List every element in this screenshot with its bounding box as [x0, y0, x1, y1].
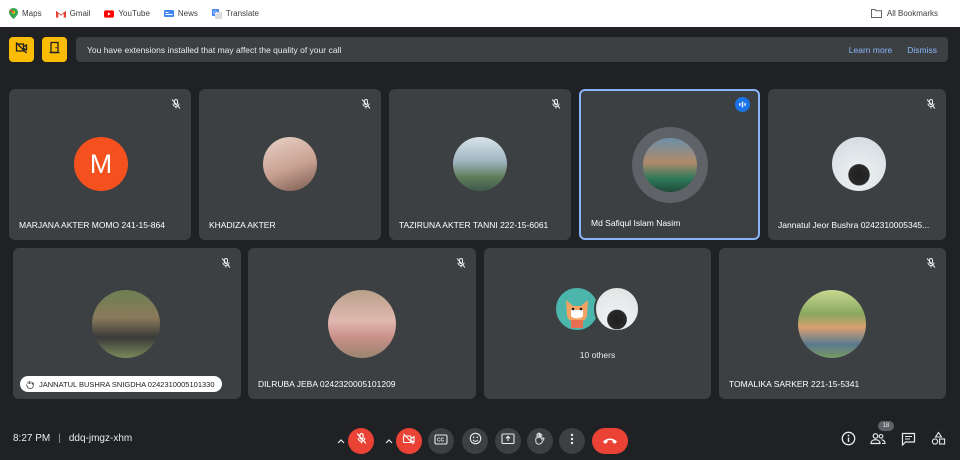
avatar	[832, 137, 886, 191]
hang-up-icon	[602, 432, 618, 450]
participant-name: JANNATUL BUSHRA SNIGDHA 0242310005101330	[39, 379, 215, 389]
meeting-info-button[interactable]	[839, 431, 857, 451]
people-icon	[870, 432, 886, 450]
learn-more-link[interactable]: Learn more	[849, 45, 892, 55]
participant-name-pinned: JANNATUL BUSHRA SNIGDHA 0242310005101330	[20, 376, 222, 392]
leave-call-button[interactable]	[592, 428, 628, 454]
avatar	[92, 290, 160, 358]
extension-button[interactable]	[42, 37, 67, 62]
reactions-button[interactable]	[462, 428, 488, 454]
participant-name: Md Safiqul Islam Nasim	[591, 218, 681, 228]
mic-off-icon	[360, 97, 372, 109]
avatar	[453, 137, 507, 191]
participant-name: KHADIZA AKTER	[209, 220, 276, 230]
meeting-time: 8:27 PM	[13, 433, 51, 444]
participant-name: DILRUBA JEBA 0242320005101209	[258, 379, 396, 389]
bookmark-maps[interactable]: Maps	[8, 8, 42, 19]
participant-tile[interactable]: JANNATUL BUSHRA SNIGDHA 0242310005101330	[13, 248, 241, 399]
participant-name: TAZIRUNA AKTER TANNI 222-15-6061	[399, 220, 549, 230]
extensions-warning-banner: You have extensions installed that may a…	[76, 37, 948, 62]
maps-icon	[8, 8, 18, 19]
participant-name: TOMALIKA SARKER 221-15-5341	[729, 379, 860, 389]
dismiss-button[interactable]: Dismiss	[907, 45, 937, 55]
svg-text:CC: CC	[437, 438, 445, 444]
bookmark-label: Gmail	[69, 9, 91, 18]
all-bookmarks-label: All Bookmarks	[886, 9, 938, 18]
chat-button[interactable]	[899, 432, 917, 450]
others-count-label: 10 others	[579, 350, 616, 360]
video-off-icon	[15, 41, 28, 59]
participant-tile[interactable]: Jannatul Jeor Bushra 0242310005345...	[768, 89, 946, 240]
avatar	[798, 290, 866, 358]
captions-button[interactable]: CC	[428, 428, 454, 454]
news-icon	[163, 9, 174, 19]
bookmark-label: YouTube	[118, 9, 150, 18]
activities-icon	[931, 431, 946, 451]
chat-icon	[901, 432, 916, 451]
participant-tile-active-speaker[interactable]: Md Safiqul Islam Nasim	[579, 89, 760, 240]
participant-tile[interactable]: DILRUBA JEBA 0242320005101209	[248, 248, 476, 399]
mic-off-icon	[220, 256, 232, 268]
participant-name: Jannatul Jeor Bushra 0242310005345...	[778, 220, 930, 230]
camera-toggle-button[interactable]	[396, 428, 422, 454]
door-icon	[48, 41, 61, 59]
participant-tile[interactable]: TAZIRUNA AKTER TANNI 222-15-6061	[389, 89, 571, 240]
captions-icon: CC	[434, 432, 448, 450]
video-off-icon	[402, 432, 416, 450]
mic-toggle-button[interactable]	[348, 428, 374, 454]
present-icon	[501, 432, 515, 450]
avatar	[643, 138, 697, 192]
participant-tile[interactable]: TOMALIKA SARKER 221-15-5341	[719, 248, 946, 399]
avatar	[263, 137, 317, 191]
mic-off-icon	[455, 256, 467, 268]
participant-tile[interactable]: KHADIZA AKTER	[199, 89, 381, 240]
info-icon	[841, 431, 856, 451]
video-options-chevron-icon[interactable]	[384, 436, 394, 446]
gmail-icon	[55, 9, 66, 19]
banner-message: You have extensions installed that may a…	[87, 44, 342, 55]
hand-icon	[534, 432, 546, 450]
bookmark-translate[interactable]: G Translate	[211, 8, 259, 19]
emoji-icon	[469, 432, 482, 450]
meeting-code[interactable]: ddq-jmgz-xhm	[69, 433, 132, 444]
activities-button[interactable]	[929, 431, 947, 451]
present-screen-button[interactable]	[495, 428, 521, 454]
svg-text:G: G	[213, 10, 217, 16]
avatar: M	[74, 137, 128, 191]
extension-button[interactable]	[9, 37, 34, 62]
more-vert-icon	[570, 432, 574, 450]
bookmarks-bar: Maps Gmail YouTube News G Translate All …	[0, 0, 960, 27]
bookmark-youtube[interactable]: YouTube	[104, 9, 150, 19]
participant-count-badge: 18	[878, 421, 894, 431]
bookmark-news[interactable]: News	[163, 9, 198, 19]
hand-icon	[26, 380, 34, 389]
mic-off-icon	[550, 97, 562, 109]
folder-icon	[871, 9, 883, 19]
raise-hand-button[interactable]	[527, 428, 553, 454]
participant-tile[interactable]: M MARJANA AKTER MOMO 241-15-864	[9, 89, 191, 240]
more-options-button[interactable]	[559, 428, 585, 454]
avatar	[328, 290, 396, 358]
mic-off-icon	[925, 256, 937, 268]
all-bookmarks-button[interactable]: All Bookmarks	[871, 0, 938, 27]
audio-options-chevron-icon[interactable]	[336, 436, 346, 446]
participant-name: MARJANA AKTER MOMO 241-15-864	[19, 220, 165, 230]
mic-off-icon	[355, 432, 368, 450]
youtube-icon	[104, 9, 115, 19]
bookmark-label: News	[177, 9, 198, 18]
speaking-indicator-icon	[735, 97, 750, 112]
bookmark-gmail[interactable]: Gmail	[55, 9, 91, 19]
people-button[interactable]	[869, 432, 887, 450]
bookmark-label: Translate	[225, 9, 259, 18]
meeting-details: 8:27 PM | ddq-jmgz-xhm	[13, 433, 133, 444]
others-avatar	[594, 286, 640, 332]
bookmark-label: Maps	[22, 9, 42, 18]
others-tile[interactable]: 10 others	[484, 248, 711, 399]
mic-off-icon	[170, 97, 182, 109]
translate-icon: G	[211, 8, 222, 19]
mic-off-icon	[925, 97, 937, 109]
